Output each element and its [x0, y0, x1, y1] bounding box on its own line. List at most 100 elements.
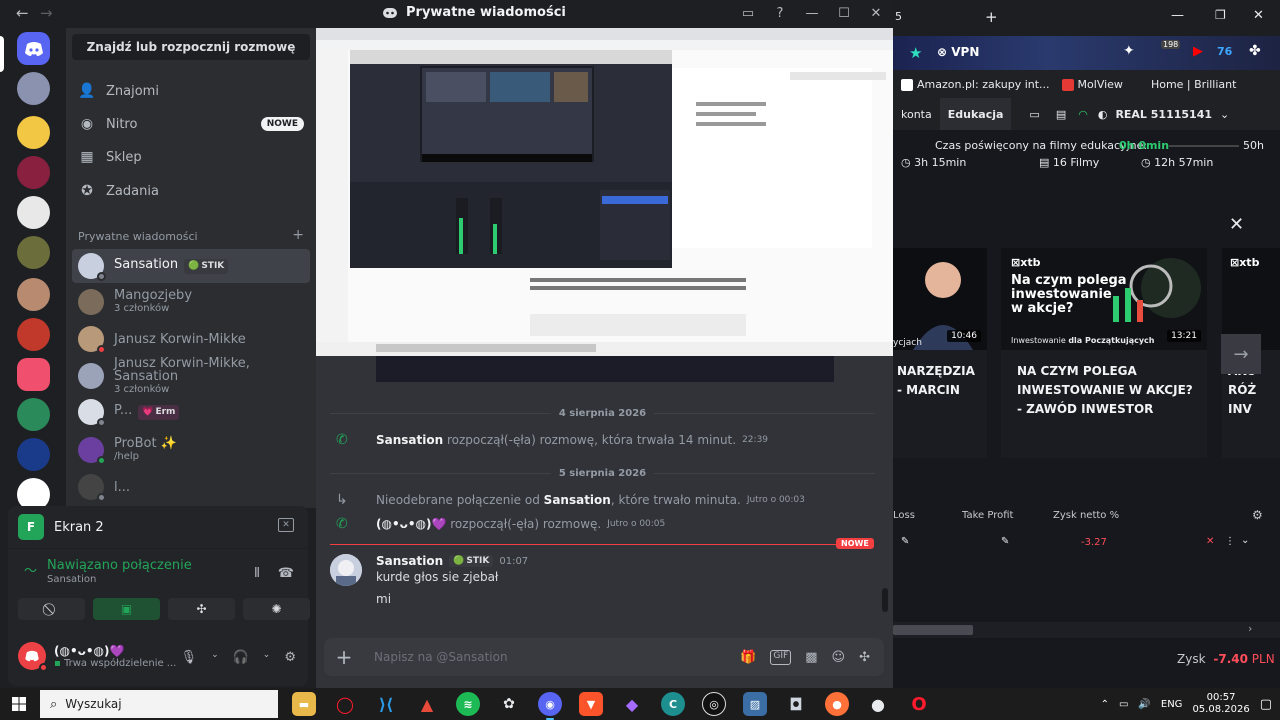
call-user[interactable]: Sansation: [376, 433, 443, 447]
scrollbar-thumb[interactable]: [893, 625, 973, 635]
obsidian-icon[interactable]: ◆: [620, 692, 644, 716]
tab-konta[interactable]: konta: [893, 98, 940, 130]
attach-plus-icon[interactable]: +: [324, 645, 364, 669]
settings-gear-icon[interactable]: ⚙: [1252, 508, 1263, 522]
network-icon[interactable]: ▭: [1119, 699, 1128, 710]
message-avatar[interactable]: [330, 554, 362, 586]
add-dm-icon[interactable]: +: [292, 228, 304, 243]
extension-icon[interactable]: 76: [1217, 45, 1232, 58]
forward-arrow-icon[interactable]: →: [40, 4, 53, 22]
tab-number[interactable]: 5: [895, 10, 902, 23]
minimize-icon[interactable]: —: [1171, 8, 1184, 23]
taskbar-search[interactable]: ⌕ Wyszukaj: [40, 690, 278, 718]
clock[interactable]: 00:57 05.08.2026: [1192, 692, 1249, 716]
brave-icon[interactable]: ▼: [579, 692, 603, 716]
language-indicator[interactable]: ENG: [1161, 699, 1183, 710]
chevron-down-icon[interactable]: ⌄: [1241, 535, 1249, 546]
server-avatar[interactable]: [17, 236, 50, 269]
direct-messages-button[interactable]: [17, 32, 50, 65]
close-icon[interactable]: ✕: [1229, 214, 1244, 235]
app-icon[interactable]: C: [661, 692, 685, 716]
apps-icon[interactable]: ✣: [859, 650, 870, 665]
back-arrow-icon[interactable]: ←: [16, 4, 29, 22]
notifications-icon[interactable]: ▢: [1260, 697, 1272, 712]
dm-item[interactable]: Janusz Korwin-Mikke: [72, 322, 310, 356]
nav-nitro[interactable]: ◉ Nitro NOWE: [72, 109, 310, 139]
nav-shop[interactable]: ▦ Sklep: [72, 142, 310, 172]
volume-icon[interactable]: 🔊: [1138, 699, 1150, 710]
minimize-icon[interactable]: —: [801, 2, 823, 24]
youtube-icon[interactable]: ▶: [1193, 44, 1203, 59]
screen-share-button[interactable]: ▣: [93, 598, 160, 620]
toggle-icon[interactable]: ◐: [1098, 108, 1108, 121]
server-avatar[interactable]: [17, 398, 50, 431]
restore-icon[interactable]: ❐: [1215, 8, 1226, 22]
help-icon[interactable]: ?: [769, 2, 791, 24]
account-label[interactable]: REAL 51115141: [1115, 108, 1212, 121]
chevron-down-icon[interactable]: ⌄: [1220, 108, 1229, 121]
file-explorer-icon[interactable]: ▬: [292, 692, 316, 716]
dm-item[interactable]: Mangozjeby 3 członków: [72, 285, 310, 319]
user-area[interactable]: (◍•ᴗ•◍)💜 ▪ Trwa współdzielenie ...: [18, 642, 176, 672]
maximize-icon[interactable]: ☐: [833, 2, 855, 24]
dm-item[interactable]: Janusz Korwin-Mikke, Sansation 3 członków: [72, 357, 310, 395]
opera-icon[interactable]: O: [907, 692, 931, 716]
gift-icon[interactable]: 🎁: [740, 650, 756, 665]
dm-item[interactable]: ProBot ✨/help: [72, 433, 310, 467]
video-card[interactable]: ⊠xtb Na czym polega inwestowanie w akcje…: [1001, 248, 1207, 458]
start-button[interactable]: [0, 688, 38, 720]
edit-icon[interactable]: ✎: [901, 536, 909, 547]
star-icon[interactable]: ★: [909, 44, 922, 62]
opera-gx-icon[interactable]: ◯: [333, 692, 357, 716]
firefox-icon[interactable]: ●: [825, 692, 849, 716]
activities-button[interactable]: ✣: [168, 598, 235, 620]
sticker-icon[interactable]: ▩: [805, 650, 817, 665]
microphone-icon[interactable]: 🎙: [181, 650, 198, 665]
video-card[interactable]: 10:46 ycjach NARZĘDZIA - MARCIN: [893, 248, 987, 458]
server-avatar[interactable]: [17, 278, 50, 311]
new-tab-icon[interactable]: +: [985, 8, 998, 26]
layout-icon[interactable]: ▤: [1056, 108, 1066, 121]
dm-item[interactable]: P... 💗 Erm: [72, 395, 310, 429]
chevron-down-icon[interactable]: ⌄: [263, 650, 271, 665]
chat-scrollbar[interactable]: [882, 588, 888, 612]
signal-icon[interactable]: 〜: [24, 560, 37, 579]
find-conversation-button[interactable]: Znajdź lub rozpocznij rozmowę: [72, 34, 310, 60]
nav-friends[interactable]: 👤 Znajomi: [72, 76, 310, 106]
matlab-icon[interactable]: ▲: [415, 692, 439, 716]
server-avatar[interactable]: [17, 196, 50, 229]
horizontal-scrollbar[interactable]: ›: [893, 622, 1280, 638]
chevron-up-icon[interactable]: ⌃: [1101, 699, 1109, 710]
inbox-icon[interactable]: ▭: [737, 2, 759, 24]
camera-button[interactable]: ⃠: [18, 598, 85, 620]
server-avatar[interactable]: [17, 72, 50, 105]
book-icon[interactable]: ▭: [1029, 108, 1039, 121]
dm-item[interactable]: l...: [72, 470, 310, 504]
call-user[interactable]: (◍•ᴗ•◍)💜: [376, 517, 446, 531]
extension-icon[interactable]: ✤: [1249, 43, 1261, 59]
gif-icon[interactable]: GIF: [770, 649, 792, 665]
bookmark[interactable]: MolView: [1061, 78, 1123, 91]
bookmark[interactable]: Home | Brilliant: [1134, 78, 1236, 91]
server-avatar[interactable]: [17, 318, 50, 351]
server-avatar[interactable]: [17, 116, 50, 149]
carousel-next-button[interactable]: →: [1221, 334, 1261, 374]
python-icon[interactable]: ✿: [497, 692, 521, 716]
vscode-icon[interactable]: ⟩⟨: [374, 692, 398, 716]
emoji-icon[interactable]: ☺: [832, 650, 846, 665]
message-author[interactable]: Sansation: [376, 554, 443, 568]
more-icon[interactable]: ⋮: [1225, 536, 1235, 547]
noise-suppression-icon[interactable]: ⦀: [254, 566, 260, 581]
extension-icon[interactable]: ✦: [1123, 43, 1135, 59]
stop-stream-icon[interactable]: ✕: [278, 518, 294, 532]
edit-icon[interactable]: ✎: [1001, 536, 1009, 547]
spotify-icon[interactable]: ≋: [456, 692, 480, 716]
discord-taskbar-icon[interactable]: ◉: [538, 692, 562, 720]
close-icon[interactable]: ✕: [1253, 8, 1264, 23]
server-avatar[interactable]: [17, 438, 50, 471]
call-user[interactable]: Sansation: [544, 493, 611, 507]
headphones-icon[interactable]: 🎧: [233, 650, 249, 665]
soundboard-button[interactable]: ✺: [243, 598, 310, 620]
connection-channel[interactable]: Sansation: [47, 574, 192, 585]
chevron-right-icon[interactable]: ›: [1248, 622, 1252, 635]
